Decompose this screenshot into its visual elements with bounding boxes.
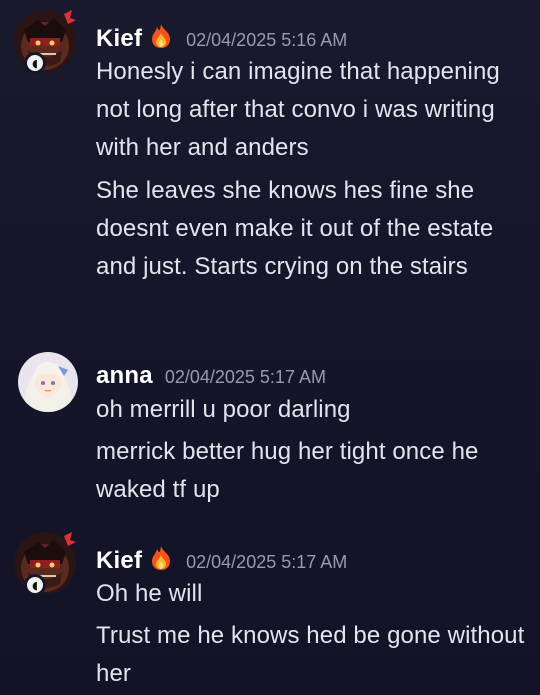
message-header: anna 02/04/2025 5:17 AM	[96, 362, 326, 390]
status-badge: ◖	[24, 574, 46, 596]
username[interactable]: Kief	[96, 25, 142, 53]
fire-emoji-icon	[148, 545, 174, 576]
timestamp[interactable]: 02/04/2025 5:16 AM	[186, 30, 347, 51]
avatar[interactable]: ◖	[14, 10, 76, 74]
avatar-image-anna	[18, 352, 78, 412]
username[interactable]: Kief	[96, 547, 142, 575]
message-text: Oh he will	[96, 580, 203, 607]
message-text: She leaves she knows hes fine she doesnt…	[96, 177, 494, 280]
timestamp[interactable]: 02/04/2025 5:17 AM	[165, 367, 326, 388]
avatar[interactable]: ◖	[14, 532, 76, 596]
status-badge: ◖	[24, 52, 46, 74]
message-text: Trust me he knows hed be gone without he…	[96, 622, 525, 687]
badge-icon: ◖	[27, 55, 43, 71]
message-header: Kief 02/04/2025 5:17 AM	[96, 542, 347, 575]
username[interactable]: anna	[96, 362, 153, 390]
timestamp[interactable]: 02/04/2025 5:17 AM	[186, 552, 347, 573]
message-text: oh merrill u poor darling	[96, 396, 351, 423]
avatar[interactable]	[18, 352, 78, 412]
message-text: merrick better hug her tight once he wak…	[96, 438, 479, 503]
message-text: Honesly i can imagine that happening not…	[96, 58, 500, 161]
badge-icon: ◖	[27, 577, 43, 593]
message-header: Kief 02/04/2025 5:16 AM	[96, 20, 347, 53]
fire-emoji-icon	[148, 23, 174, 54]
